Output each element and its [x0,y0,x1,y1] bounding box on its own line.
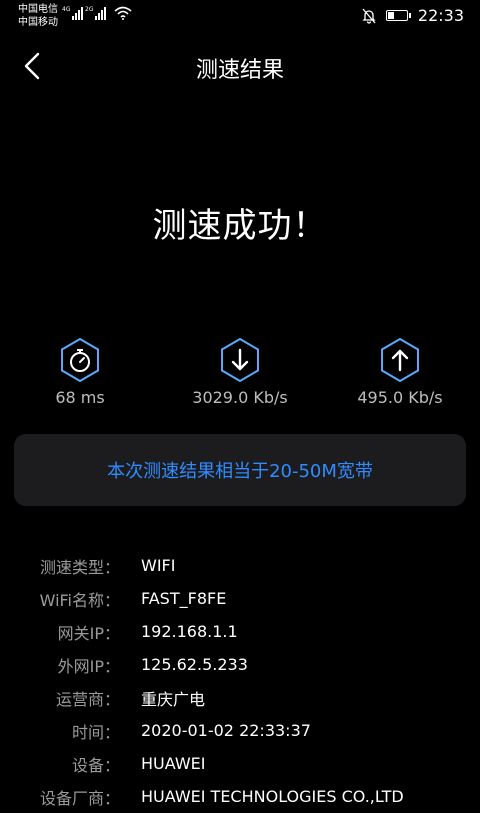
detail-label: 外网IP： [57,656,120,676]
detail-value: FAST_F8FE [141,589,227,608]
test-details-list: 测速类型： WIFI WiFi名称： FAST_F8FE 网关IP： 192.168.… [0,549,480,813]
download-arrow-icon [221,338,259,382]
speed-metrics: 68 ms 3029.0 Kb/s 495.0 Kb/s [0,338,480,408]
status-bar: 中国电信 中国移动 4G 2G 22:33 [0,0,480,34]
status-right: 22:33 [362,6,464,25]
detail-value: 192.168.1.1 [141,622,238,641]
result-message: 测速成功！ [152,206,328,246]
detail-label: WiFi名称： [39,590,120,610]
header: 测速结果 [0,34,480,98]
signal-2-icon: 2G [85,6,106,20]
detail-label: 测速类型： [39,557,120,577]
detail-value: HUAWEI [141,754,206,773]
detail-label: 时间： [71,722,120,742]
list-item: 运营商： 重庆广电 [0,681,480,714]
upload-arrow-icon [381,338,419,382]
list-item: 测速类型： WIFI [0,549,480,582]
bandwidth-equivalent-banner: 本次测速结果相当于20-50M宽带 [14,434,466,506]
latency-value: 68 ms [55,388,105,407]
detail-label: 设备厂商： [39,788,120,808]
list-item: 设备厂商： HUAWEI TECHNOLOGIES CO.,LTD [0,780,480,813]
detail-label: 设备： [71,755,120,775]
upload-value: 495.0 Kb/s [357,388,443,407]
detail-label: 运营商： [55,689,120,709]
banner-text: 本次测速结果相当于20-50M宽带 [107,461,373,482]
detail-value: 125.62.5.233 [141,655,248,674]
page-title: 测速结果 [195,58,284,83]
detail-value: 2020-01-02 22:33:37 [141,721,311,740]
wifi-icon [114,6,132,20]
stopwatch-icon [61,338,99,382]
network-type-1: 4G [62,6,71,13]
battery-icon [385,10,411,21]
detail-value: HUAWEI TECHNOLOGIES CO.,LTD [141,787,404,806]
carrier-names: 中国电信 中国移动 [18,3,58,29]
list-item: WiFi名称： FAST_F8FE [0,582,480,615]
carrier-1: 中国电信 [18,4,58,15]
status-time: 22:33 [417,6,464,25]
detail-label: 网关IP： [57,623,120,643]
download-metric: 3029.0 Kb/s [160,338,320,407]
signal-1-icon: 4G [62,6,83,20]
detail-value: WIFI [141,556,176,575]
notifications-muted-icon [362,8,376,24]
upload-metric: 495.0 Kb/s [320,338,480,407]
list-item: 设备： HUAWEI [0,747,480,780]
network-type-2: 2G [85,6,94,13]
signal-indicators: 4G 2G [62,6,132,20]
download-value: 3029.0 Kb/s [192,388,288,407]
list-item: 时间： 2020-01-02 22:33:37 [0,714,480,747]
list-item: 网关IP： 192.168.1.1 [0,615,480,648]
latency-metric: 68 ms [0,338,160,407]
list-item: 外网IP： 125.62.5.233 [0,648,480,681]
detail-value: 重庆广电 [141,689,206,709]
carrier-2: 中国移动 [18,17,58,28]
